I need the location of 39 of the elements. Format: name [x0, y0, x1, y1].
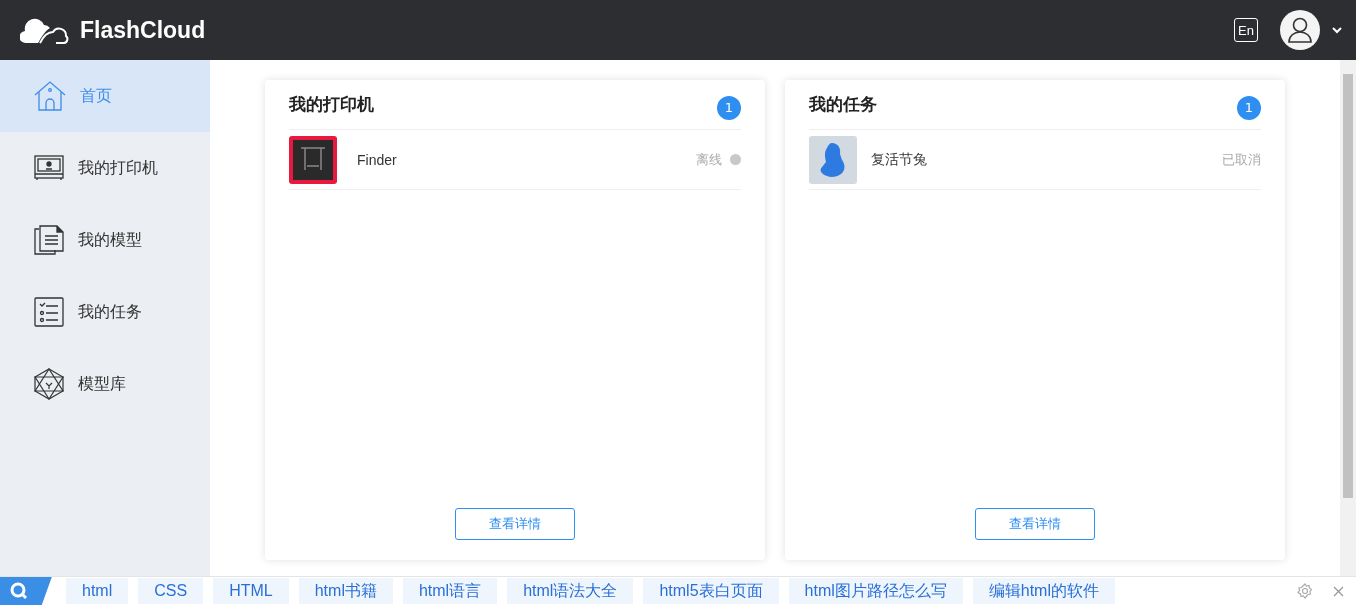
item-name: Finder: [357, 151, 398, 168]
search-tag[interactable]: html语言: [402, 578, 498, 604]
search-tag[interactable]: html语法大全: [507, 578, 634, 604]
card-title: 我的打印机: [289, 93, 374, 116]
count-badge: 1: [1237, 95, 1261, 120]
language-button[interactable]: En: [1234, 18, 1258, 42]
details-button[interactable]: 查看详情: [455, 508, 575, 540]
model-thumbnail: [809, 135, 857, 184]
user-avatar[interactable]: [1280, 10, 1320, 50]
scrollbar[interactable]: [1340, 60, 1356, 576]
count-badge: 1: [717, 95, 741, 120]
sidebar-item[interactable]: 模型库: [0, 348, 210, 420]
sidebar-item[interactable]: 我的模型: [0, 204, 210, 276]
sidebar-item[interactable]: 首页: [0, 60, 210, 132]
close-icon[interactable]: [1333, 585, 1344, 597]
hexagon-star-icon: [34, 368, 64, 400]
search-tag[interactable]: html书籍: [298, 578, 393, 604]
details-button[interactable]: 查看详情: [975, 508, 1095, 540]
chevron-down-icon[interactable]: [1332, 26, 1342, 34]
sidebar-item[interactable]: 我的打印机: [0, 132, 210, 204]
status-label: 已取消: [1222, 150, 1261, 169]
brand-name: FlashCloud: [80, 16, 206, 44]
search-tag[interactable]: CSS: [138, 578, 204, 604]
search-tag[interactable]: 编辑html的软件: [972, 578, 1115, 604]
search-tag[interactable]: html5表白页面: [643, 578, 779, 604]
search-tag[interactable]: html: [66, 578, 129, 604]
checklist-icon: [34, 297, 64, 327]
printer-thumbnail: [289, 135, 337, 184]
search-tag[interactable]: HTML: [213, 578, 289, 604]
settings-icon[interactable]: [1297, 583, 1313, 599]
item-name: 复活节兔: [871, 150, 928, 169]
house-icon: [34, 81, 66, 111]
sidebar-item[interactable]: 我的任务: [0, 276, 210, 348]
search-logo[interactable]: [0, 576, 52, 605]
document-icon: [34, 225, 64, 255]
printer-icon: [34, 155, 64, 181]
card-title: 我的任务: [809, 93, 877, 116]
status-label: 离线: [696, 150, 722, 169]
search-tag[interactable]: html图片路径怎么写: [788, 578, 963, 604]
